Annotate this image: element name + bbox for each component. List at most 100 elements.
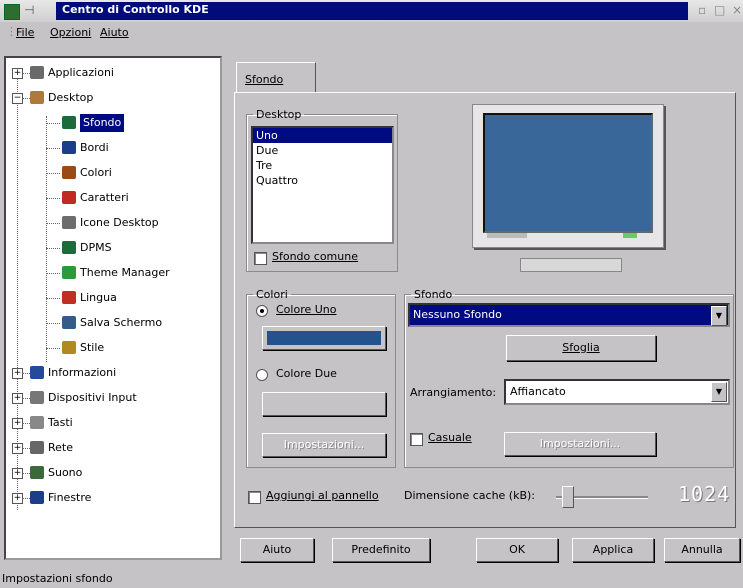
desktop-group-label: Desktop xyxy=(256,108,302,121)
monitor-led-strip xyxy=(487,233,527,238)
combo-arrow-icon[interactable]: ▼ xyxy=(711,306,727,326)
color-two-radio[interactable] xyxy=(256,369,268,381)
colors-group-label: Colori xyxy=(256,288,288,301)
dpms-icon xyxy=(62,241,76,254)
color-one-radio[interactable] xyxy=(256,305,268,317)
monitor-preview xyxy=(472,104,664,248)
tree-line xyxy=(22,398,30,399)
background-icon xyxy=(62,116,76,129)
applications-icon xyxy=(30,66,44,79)
cache-size-readout: 1024 xyxy=(678,482,731,506)
add-to-panel-label: Aggiungi al pannello xyxy=(266,489,379,502)
tree-item-lingua[interactable]: Lingua xyxy=(6,289,216,307)
arrangement-label: Arrangiamento: xyxy=(410,386,497,399)
desktop-list-item[interactable]: Tre xyxy=(253,158,392,173)
color-two-button[interactable] xyxy=(262,392,386,416)
tree-item-caratteri[interactable]: Caratteri xyxy=(6,189,216,207)
tree-item-suono[interactable]: + Suono xyxy=(6,464,216,482)
wallpaper-combo[interactable]: Nessuno Sfondo ▼ xyxy=(408,303,730,327)
desktop-list-item[interactable]: Due xyxy=(253,143,392,158)
status-text: Impostazioni sfondo xyxy=(2,572,113,585)
close-button[interactable]: × xyxy=(732,3,742,17)
color-one-label: Colore Uno xyxy=(276,303,337,316)
background-settings-button[interactable]: Impostazioni... xyxy=(504,432,656,456)
tree-item-label: Salva Schermo xyxy=(80,316,163,329)
ok-button[interactable]: OK xyxy=(476,538,558,562)
tree-item-colori[interactable]: Colori xyxy=(6,164,216,182)
desktop-icon xyxy=(30,91,44,104)
arrangement-combo[interactable]: Affiancato ▼ xyxy=(504,379,730,405)
desktop-icons-icon xyxy=(62,216,76,229)
tree-item-sfondo[interactable]: Sfondo xyxy=(6,114,216,132)
tab-sfondo[interactable]: Sfondo xyxy=(236,62,316,93)
tree-item-dispositivi-input[interactable]: + Dispositivi Input xyxy=(6,389,216,407)
menu-help[interactable]: Aiuto xyxy=(100,26,129,39)
tree-item-label: Colori xyxy=(80,166,112,179)
tree-item-label: Desktop xyxy=(48,91,94,104)
color-one-swatch xyxy=(267,331,381,345)
tree-item-tasti[interactable]: + Tasti xyxy=(6,414,216,432)
tab-sfondo-label: Sfondo xyxy=(245,73,284,86)
status-bar: Impostazioni sfondo xyxy=(0,570,743,588)
tree-item-icone-desktop[interactable]: Icone Desktop xyxy=(6,214,216,232)
combo-arrow-icon[interactable]: ▼ xyxy=(711,382,727,402)
desktop-list[interactable]: Uno Due Tre Quattro xyxy=(251,126,394,244)
tree-item-dpms[interactable]: DPMS xyxy=(6,239,216,257)
desktop-list-item[interactable]: Quattro xyxy=(253,173,392,188)
network-icon xyxy=(30,441,44,454)
tree-item-applicazioni[interactable]: + Applicazioni xyxy=(6,64,216,82)
minimize-button[interactable]: ▫ xyxy=(698,3,706,17)
tree-item-label: Theme Manager xyxy=(80,266,170,279)
pin-icon[interactable]: ⊣ xyxy=(24,3,34,17)
random-checkbox[interactable] xyxy=(410,433,423,446)
tree-line xyxy=(46,223,60,224)
tree-item-desktop[interactable]: − Desktop xyxy=(6,89,216,107)
desktop-list-item[interactable]: Uno xyxy=(253,128,392,143)
apply-button[interactable]: Applica xyxy=(572,538,654,562)
colors-settings-button[interactable]: Impostazioni... xyxy=(262,433,386,457)
random-label: Casuale xyxy=(428,431,472,444)
language-icon xyxy=(62,291,76,304)
borders-icon xyxy=(62,141,76,154)
tree-item-label: Sfondo xyxy=(80,114,125,132)
menu-bar: ⋮ File Opzioni Aiuto xyxy=(0,22,743,44)
style-icon xyxy=(62,341,76,354)
browse-button[interactable]: Sfoglia xyxy=(506,335,656,361)
tree-item-label: Applicazioni xyxy=(48,66,114,79)
color-two-label: Colore Due xyxy=(276,367,337,380)
menu-options[interactable]: Opzioni xyxy=(50,26,91,39)
cache-slider-thumb[interactable] xyxy=(562,486,575,508)
tree-line xyxy=(46,298,60,299)
tree-item-label: Informazioni xyxy=(48,366,117,379)
module-tree[interactable]: + Applicazioni − Desktop Sfondo Bordi Colori Ca… xyxy=(4,56,222,560)
wallpaper-value: Nessuno Sfondo xyxy=(413,308,502,321)
color-one-button[interactable] xyxy=(262,326,386,350)
kde-app-icon xyxy=(4,4,20,20)
theme-manager-icon xyxy=(62,266,76,279)
tree-item-stile[interactable]: Stile xyxy=(6,339,216,357)
tree-item-salva-schermo[interactable]: Salva Schermo xyxy=(6,314,216,332)
input-devices-icon xyxy=(30,391,44,404)
screensaver-icon xyxy=(62,316,76,329)
colors-icon xyxy=(62,166,76,179)
menu-file[interactable]: File xyxy=(16,26,34,39)
tree-line xyxy=(46,123,60,124)
common-background-checkbox[interactable] xyxy=(254,252,267,265)
tree-item-label: Tasti xyxy=(48,416,73,429)
default-button[interactable]: Predefinito xyxy=(332,538,430,562)
maximize-button[interactable]: □ xyxy=(714,3,725,17)
tree-line xyxy=(46,248,60,249)
tree-item-finestre[interactable]: + Finestre xyxy=(6,489,216,507)
tree-item-informazioni[interactable]: + Informazioni xyxy=(6,364,216,382)
tree-item-label: Icone Desktop xyxy=(80,216,159,229)
tree-line xyxy=(22,73,30,74)
add-to-panel-checkbox[interactable] xyxy=(248,491,261,504)
tree-line xyxy=(22,498,30,499)
tree-item-rete[interactable]: + Rete xyxy=(6,439,216,457)
cancel-button[interactable]: Annulla xyxy=(664,538,740,562)
tree-item-theme-manager[interactable]: Theme Manager xyxy=(6,264,216,282)
windows-icon xyxy=(30,491,44,504)
help-button[interactable]: Aiuto xyxy=(240,538,314,562)
tree-item-bordi[interactable]: Bordi xyxy=(6,139,216,157)
tree-line xyxy=(22,423,30,424)
